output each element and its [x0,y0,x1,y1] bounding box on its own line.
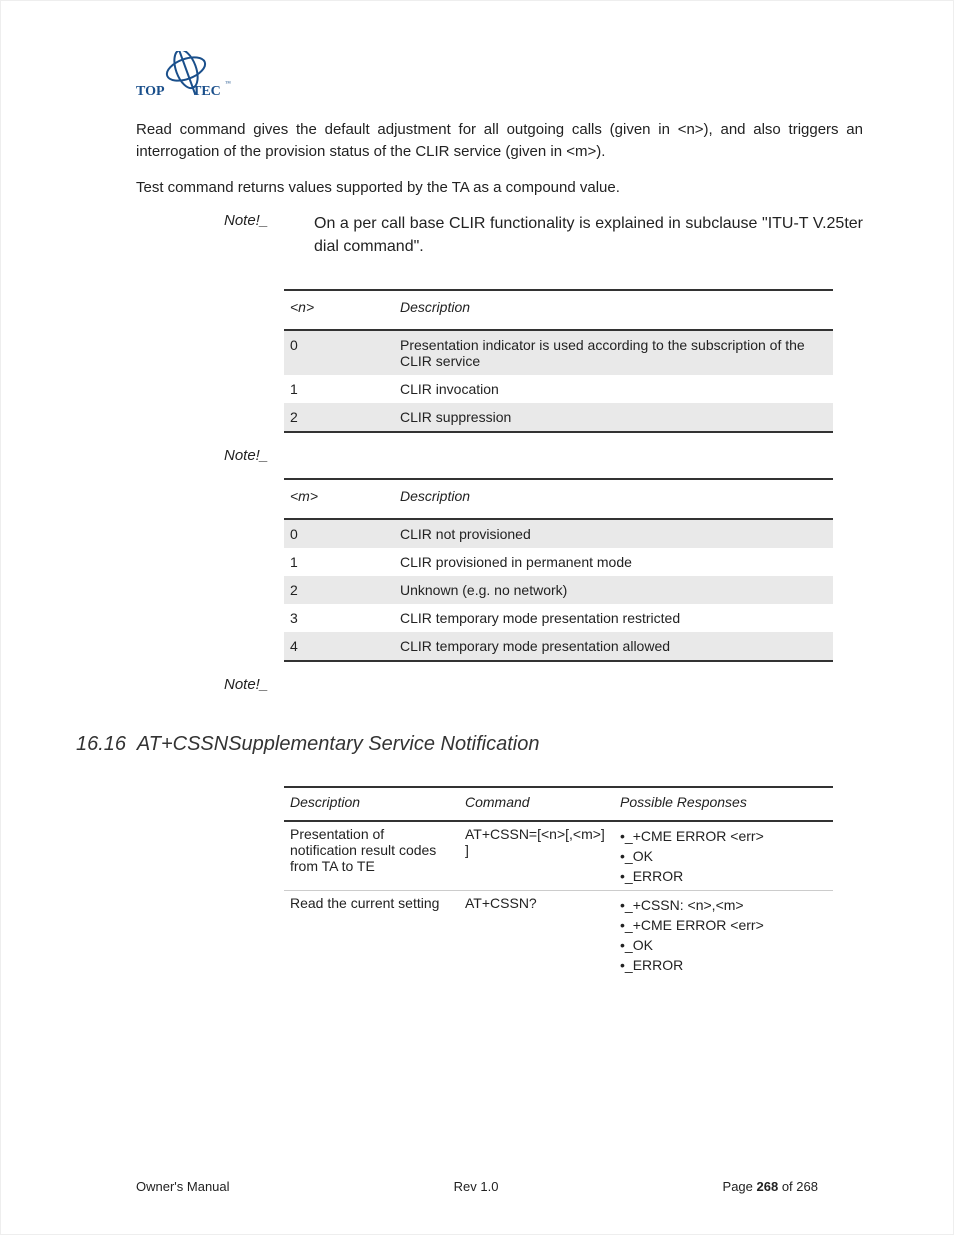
table-row: Read the current settingAT+CSSN?+CSSN: <… [284,890,833,979]
footer-right: Page 268 of 268 [723,1179,818,1194]
table-m: <m> Description 0CLIR not provisioned1CL… [284,478,833,662]
svg-text:™: ™ [225,81,231,87]
response-item: +CSSN: <n>,<m> [620,895,827,915]
table-row: 1CLIR invocation [284,375,833,403]
table-row: 3CLIR temporary mode presentation restri… [284,604,833,632]
cell-key: 0 [284,519,394,548]
table-row: 0Presentation indicator is used accordin… [284,330,833,375]
cell-command: AT+CSSN=[<n>[,<m>] ] [459,821,614,891]
svg-text:TOP: TOP [136,84,165,99]
th-m-desc: Description [394,479,833,519]
table-row: 1CLIR provisioned in permanent mode [284,548,833,576]
table-m-wrap: <m> Description 0CLIR not provisioned1CL… [284,478,833,662]
cell-key: 2 [284,576,394,604]
response-item: OK [620,935,827,955]
cell-desc: Presentation of notification result code… [284,821,459,891]
response-item: OK [620,846,827,866]
cell-key: 1 [284,375,394,403]
logo: TOP TEC ™ [136,51,893,99]
response-item: ERROR [620,955,827,975]
th-cmd-resp: Possible Responses [614,787,833,821]
cmd-table: Description Command Possible Responses P… [284,786,833,979]
cell-desc: CLIR provisioned in permanent mode [394,548,833,576]
cell-desc: CLIR not provisioned [394,519,833,548]
page: TOP TEC ™ Read command gives the default… [0,0,954,1235]
note-2: Note!_ [224,447,863,464]
cell-desc: CLIR invocation [394,375,833,403]
section-title: AT+CSSNSupplementary Service Notificatio… [137,733,540,755]
svg-text:TEC: TEC [192,84,221,99]
table-n: <n> Description 0Presentation indicator … [284,289,833,433]
table-row: 4CLIR temporary mode presentation allowe… [284,632,833,661]
cell-key: 4 [284,632,394,661]
th-m: <m> [284,479,394,519]
th-n: <n> [284,290,394,330]
response-item: +CME ERROR <err> [620,915,827,935]
cell-key: 1 [284,548,394,576]
th-n-desc: Description [394,290,833,330]
cell-desc: CLIR temporary mode presentation allowed [394,632,833,661]
table-row: Presentation of notification result code… [284,821,833,891]
cell-key: 2 [284,403,394,432]
paragraph-read-command: Read command gives the default adjustmen… [136,119,863,163]
cell-desc: CLIR suppression [394,403,833,432]
th-cmd-cmd: Command [459,787,614,821]
cell-key: 3 [284,604,394,632]
response-item: +CME ERROR <err> [620,826,827,846]
paragraph-test-command: Test command returns values supported by… [136,177,863,199]
response-item: ERROR [620,866,827,886]
note-body: On a per call base CLIR functionality is… [314,212,863,258]
content-area: Read command gives the default adjustmen… [136,119,863,979]
cell-responses: +CME ERROR <err>OKERROR [614,821,833,891]
cell-responses: +CSSN: <n>,<m>+CME ERROR <err>OKERROR [614,890,833,979]
note-main: Note!_ On a per call base CLIR functiona… [224,212,863,258]
note-label: Note!_ [224,212,314,258]
cell-key: 0 [284,330,394,375]
section-number: 16.16 [76,733,126,755]
note-3: Note!_ [224,676,863,693]
table-row: 2Unknown (e.g. no network) [284,576,833,604]
footer-center: Rev 1.0 [454,1179,499,1194]
table-n-wrap: <n> Description 0Presentation indicator … [284,289,833,433]
footer-left: Owner's Manual [136,1179,230,1194]
footer: Owner's Manual Rev 1.0 Page 268 of 268 [61,1179,893,1194]
cell-command: AT+CSSN? [459,890,614,979]
toptec-logo-icon: TOP TEC ™ [136,51,236,99]
cell-desc: CLIR temporary mode presentation restric… [394,604,833,632]
cell-desc: Unknown (e.g. no network) [394,576,833,604]
table-row: 0CLIR not provisioned [284,519,833,548]
cell-desc: Presentation indicator is used according… [394,330,833,375]
cell-desc: Read the current setting [284,890,459,979]
table-row: 2CLIR suppression [284,403,833,432]
section-heading: 16.16 AT+CSSNSupplementary Service Notif… [76,733,863,756]
th-cmd-desc: Description [284,787,459,821]
cmd-table-wrap: Description Command Possible Responses P… [284,786,833,979]
